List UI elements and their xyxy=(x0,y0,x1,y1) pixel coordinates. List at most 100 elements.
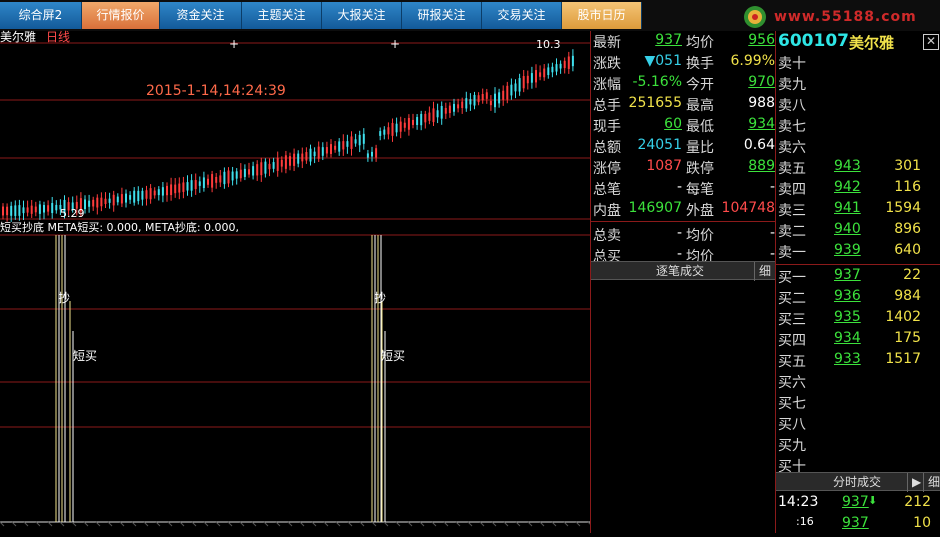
candle-body xyxy=(231,171,234,181)
candle-body xyxy=(55,204,58,211)
sell-level[interactable]: 卖九 xyxy=(776,74,940,95)
axis-tick xyxy=(503,521,509,527)
sell-level[interactable]: 卖八 xyxy=(776,95,940,116)
level-label: 卖八 xyxy=(778,98,806,114)
tab-3[interactable]: 主题关注 xyxy=(242,2,322,29)
candle-body xyxy=(88,200,91,207)
candle-body xyxy=(202,177,205,189)
level-price: 933 xyxy=(834,351,861,367)
candle-body xyxy=(6,206,9,216)
candle-body xyxy=(18,205,21,216)
trade-detail-button[interactable]: 细 xyxy=(754,262,771,281)
sell-level[interactable]: 卖二 940 896 xyxy=(776,221,940,242)
candle-body xyxy=(157,189,160,196)
candle-body xyxy=(166,185,168,196)
buy-level[interactable]: 买三 935 1402 xyxy=(776,309,940,330)
candle-body xyxy=(252,166,255,176)
quote-row: 内盘 146907 外盘 104748 xyxy=(591,200,776,221)
sell-level[interactable]: 卖一 939 640 xyxy=(776,242,940,263)
sell-level[interactable]: 卖十 xyxy=(776,53,940,74)
tab-6[interactable]: 交易关注 xyxy=(482,2,562,29)
quote-value: 889 xyxy=(748,158,775,174)
trade-detail-header[interactable]: 逐笔成交 细 xyxy=(591,261,776,281)
tab-1[interactable]: 行情报价 xyxy=(82,2,160,29)
candle-body xyxy=(297,153,300,164)
signal-chao-2: 抄 xyxy=(374,291,387,305)
ticks-title: 分时成交 xyxy=(833,475,882,489)
buy-level[interactable]: 买七 xyxy=(776,393,940,414)
close-icon[interactable]: ✕ xyxy=(923,34,939,50)
ticks-header[interactable]: 分时成交 ▶ 细 xyxy=(776,472,940,492)
quote-row: 涨停 1087 跌停 889 xyxy=(591,158,776,179)
candle-body xyxy=(391,122,394,136)
kline-chart-panel[interactable]: + + 美尔雅 日线 2015-1-14,14:24:39 10.3 5.29 短… xyxy=(0,28,593,533)
axis-tick xyxy=(251,521,257,527)
tab-2[interactable]: 资金关注 xyxy=(160,2,242,29)
sell-level[interactable]: 卖六 xyxy=(776,137,940,158)
indicator-title: 短买抄底 META短买: 0.000, META抄底: 0.000, xyxy=(0,221,240,234)
buy-level[interactable]: 买五 933 1517 xyxy=(776,351,940,372)
axis-tick xyxy=(287,521,293,527)
candle-body xyxy=(481,94,484,101)
axis-tick xyxy=(539,521,545,527)
axis-tick xyxy=(431,521,437,527)
level-label: 卖四 xyxy=(778,182,806,198)
ticks-detail-button[interactable]: 细 xyxy=(923,473,940,492)
candle-body xyxy=(530,73,533,83)
candle-body xyxy=(498,92,501,104)
tab-7[interactable]: 股市日历 xyxy=(562,2,642,29)
quote-row: 总笔 - 每笔 - xyxy=(591,179,776,200)
tab-5[interactable]: 研报关注 xyxy=(402,2,482,29)
candle-body xyxy=(207,178,209,185)
level-volume: 1594 xyxy=(885,200,921,216)
buy-level[interactable]: 买八 xyxy=(776,414,940,435)
axis-tick xyxy=(443,521,449,527)
level-price: 941 xyxy=(834,200,861,216)
tab-4[interactable]: 大报关注 xyxy=(322,2,402,29)
buy-level[interactable]: 买二 936 984 xyxy=(776,288,940,309)
sell-level[interactable]: 卖五 943 301 xyxy=(776,158,940,179)
axis-tick xyxy=(491,521,497,527)
quote-value: 104748 xyxy=(721,200,775,216)
chart-period[interactable]: 日线 xyxy=(46,28,70,45)
axis-tick xyxy=(155,521,161,527)
sell-level[interactable]: 卖七 xyxy=(776,116,940,137)
quote-label: 每笔 xyxy=(686,182,714,198)
sell-level[interactable]: 卖三 941 1594 xyxy=(776,200,940,221)
tick-row: 14:23 937 ⬇ 212 xyxy=(776,494,940,515)
chart-stock-name: 美尔雅 xyxy=(0,30,37,44)
candle-body xyxy=(325,147,328,154)
sell-level[interactable]: 卖四 942 116 xyxy=(776,179,940,200)
candle-body xyxy=(354,139,357,144)
candle-body xyxy=(563,60,566,69)
buy-level[interactable]: 买九 xyxy=(776,435,940,456)
axis-tick xyxy=(203,521,209,527)
quote-value: 956 xyxy=(748,32,775,48)
buy-level[interactable]: 买六 xyxy=(776,372,940,393)
candle-body xyxy=(362,133,365,144)
order-book-panel: 600107 美尔雅 ✕ 卖十 卖九 卖八 卖七 卖六 卖五 943 301 卖四 942 116 卖… xyxy=(775,31,940,533)
level-label: 买六 xyxy=(778,375,806,391)
buy-level[interactable]: 买一 937 22 xyxy=(776,267,940,288)
candle-body xyxy=(473,94,476,106)
axis-tick xyxy=(311,521,317,527)
axis-tick xyxy=(35,521,41,527)
candle-body xyxy=(239,169,242,179)
level-volume: 984 xyxy=(894,288,921,304)
quote-row: 现手 60 最低 934 xyxy=(591,116,776,137)
level-price: 934 xyxy=(834,330,861,346)
candle-body xyxy=(149,188,152,200)
kline-chart-canvas[interactable]: + + xyxy=(0,31,593,533)
axis-tick xyxy=(359,521,365,527)
axis-tick xyxy=(95,521,101,527)
play-icon[interactable]: ▶ xyxy=(907,473,921,492)
candle-body xyxy=(494,93,496,108)
level-volume: 301 xyxy=(894,158,921,174)
axis-tick xyxy=(407,521,413,527)
buy-level[interactable]: 买四 934 175 xyxy=(776,330,940,351)
axis-tick xyxy=(467,521,473,527)
tab-0[interactable]: 综合屏2 xyxy=(0,2,82,29)
candle-body xyxy=(420,113,423,126)
site-logo-text: www.55188.com xyxy=(774,9,917,25)
level-price: 939 xyxy=(834,242,861,258)
